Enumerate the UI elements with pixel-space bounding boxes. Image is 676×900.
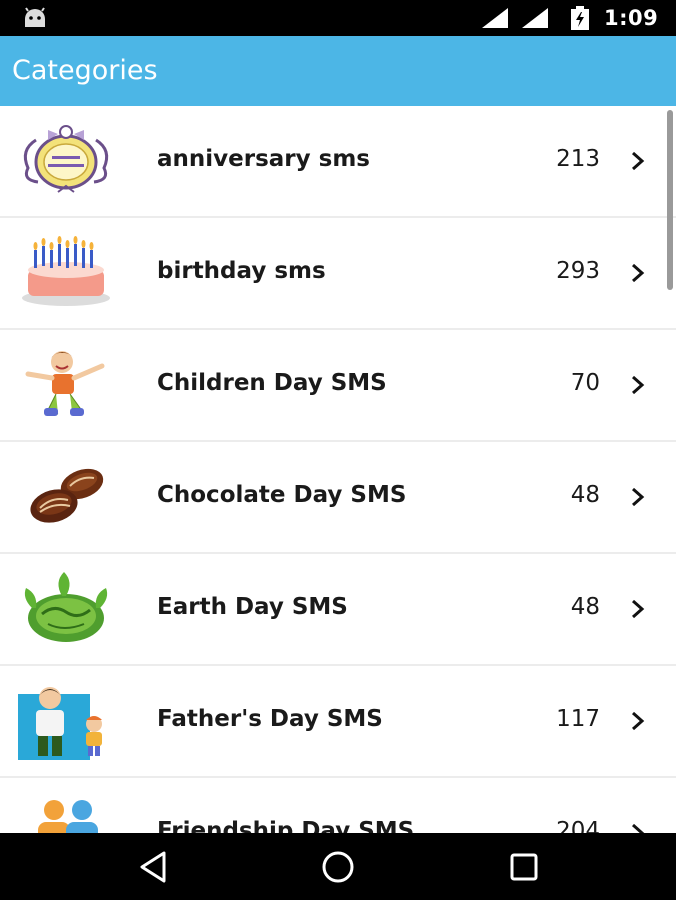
list-item[interactable]: Chocolate Day SMS 48 xyxy=(0,442,676,552)
list-item[interactable]: Father's Day SMS 117 xyxy=(0,666,676,776)
category-label: Father's Day SMS xyxy=(157,706,383,732)
birthday-cake-icon xyxy=(22,236,110,306)
category-count: 70 xyxy=(570,370,600,396)
clock: 1:09 xyxy=(604,6,659,30)
category-list[interactable]: anniversary sms 213 birthday sms 293 Chi… xyxy=(0,106,676,833)
chevron-right-icon xyxy=(632,711,645,731)
recents-icon[interactable] xyxy=(504,847,544,887)
list-item[interactable]: anniversary sms 213 xyxy=(0,106,676,216)
home-icon[interactable] xyxy=(318,847,358,887)
page-title: Categories xyxy=(12,55,158,86)
category-label: anniversary sms xyxy=(157,146,370,172)
chevron-right-icon xyxy=(632,151,645,171)
signal-icon xyxy=(522,8,548,28)
list-item[interactable]: Children Day SMS 70 xyxy=(0,330,676,440)
signal-icon xyxy=(482,8,508,28)
chevron-right-icon xyxy=(632,375,645,395)
android-icon xyxy=(25,7,45,27)
category-count: 293 xyxy=(556,258,600,284)
chevron-right-icon xyxy=(632,599,645,619)
status-bar: 1:09 xyxy=(0,0,676,36)
list-item[interactable]: Earth Day SMS 48 xyxy=(0,554,676,664)
category-label: birthday sms xyxy=(157,258,326,284)
list-item[interactable]: Friendship Day SMS 204 xyxy=(0,778,676,833)
battery-charging-icon xyxy=(571,6,589,30)
list-item[interactable]: birthday sms 293 xyxy=(0,218,676,328)
happy-anniversary-badge-icon xyxy=(23,125,109,193)
father-and-child-icon xyxy=(18,687,102,760)
app-bar: Categories xyxy=(0,36,676,106)
category-label: Friendship Day SMS xyxy=(157,818,415,833)
friends-icon xyxy=(38,800,98,833)
chevron-right-icon xyxy=(632,823,645,833)
category-count: 48 xyxy=(570,594,600,620)
jumping-child-icon xyxy=(25,351,105,416)
navigation-bar xyxy=(0,833,676,900)
category-count: 48 xyxy=(570,482,600,508)
category-count: 204 xyxy=(556,818,600,833)
chocolates-icon xyxy=(30,468,104,523)
category-label: Earth Day SMS xyxy=(157,594,348,620)
category-label: Children Day SMS xyxy=(157,370,387,396)
back-icon[interactable] xyxy=(134,847,174,887)
category-label: Chocolate Day SMS xyxy=(157,482,407,508)
scrollbar[interactable] xyxy=(667,110,673,290)
chevron-right-icon xyxy=(632,487,645,507)
chevron-right-icon xyxy=(632,263,645,283)
category-count: 117 xyxy=(556,706,600,732)
green-earth-icon xyxy=(24,572,108,642)
category-count: 213 xyxy=(556,146,600,172)
